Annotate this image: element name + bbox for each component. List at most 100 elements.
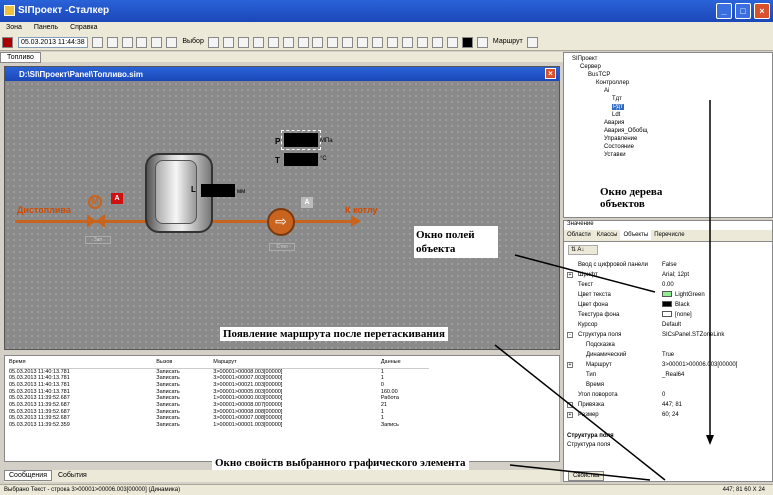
align-top-icon[interactable] [372,37,384,48]
property-row[interactable]: Цвет фона Black [564,301,764,309]
property-row[interactable]: Курсор Default [564,321,764,329]
property-row[interactable]: Тип _Real64 [564,371,764,379]
align-right-icon[interactable] [357,37,369,48]
col-route[interactable]: Маршрут [213,356,381,369]
undo-icon[interactable] [237,37,249,48]
property-row[interactable]: + Размер 60; 24 [564,411,764,419]
expand-icon[interactable]: + [567,402,573,408]
menu-panel[interactable]: Панель [28,22,64,33]
info-icon[interactable] [526,37,538,48]
zoom-icon[interactable] [91,37,103,48]
tab-enums[interactable]: Перечисле [651,230,687,240]
property-value[interactable]: Arial; 12pt [662,271,689,279]
tree-tdt[interactable]: Тдт [612,96,622,102]
paste-icon[interactable] [312,37,324,48]
property-row[interactable]: + Маршрут 3>00001>00006.003[00000] [564,361,764,369]
mnemonic-canvas[interactable]: Дистоплива К котлу M A Зап L мм P МПа T … [5,81,559,349]
tree-root[interactable]: SIПроект [572,56,597,62]
front-icon[interactable] [432,37,444,48]
datetime-field[interactable]: 05.03.2013 11:44:38 [17,37,88,48]
property-row[interactable]: Подсказка [564,341,764,349]
copy-icon[interactable] [267,37,279,48]
sort-icon[interactable]: ⇅ A↓ [568,245,598,255]
table-row[interactable]: 05.03.2013 11:40:13.781 Записать 3>00001>0… [9,375,429,382]
property-value[interactable]: Default [662,321,681,329]
canvas-close-icon[interactable]: × [545,68,556,79]
align-left-icon[interactable] [327,37,339,48]
property-value[interactable]: [none] [662,311,692,319]
table-row[interactable]: 05.03.2013 11:39:52.359 Записать 1>00001>0… [9,422,429,429]
tab-areas[interactable]: Области [564,230,594,240]
tree-settings[interactable]: Уставки [604,152,626,158]
table-row[interactable]: 05.03.2013 11:40:13.781 Записать 3>00001>0… [9,382,429,389]
property-value[interactable]: 0 [662,391,665,399]
tab-messages[interactable]: Сообщения [4,470,52,481]
property-value[interactable]: SICsPanel.STZoneLink [662,331,724,339]
temperature-value-field[interactable] [284,153,318,166]
property-row[interactable]: Время [564,381,764,389]
table-row[interactable]: 05.03.2013 11:40:13.781 Записать 3>00001>0… [9,389,429,396]
property-row[interactable]: + Шрифт Arial; 12pt [564,271,764,279]
delete-icon[interactable] [282,37,294,48]
property-value[interactable]: LightGreen [662,291,705,299]
property-row[interactable]: Ввод с цифровой панели False [564,261,764,269]
chart-icon[interactable] [151,37,163,48]
valve-state-box[interactable]: Зап [85,236,111,244]
align-bottom-icon[interactable] [387,37,399,48]
table-row[interactable]: 05.03.2013 11:39:52.687 Записать 3>00001>0… [9,409,429,416]
menu-zone[interactable]: Зона [0,22,28,33]
property-value[interactable]: 447; 81 [662,401,682,409]
tree-server[interactable]: Сервер [580,64,601,70]
property-value[interactable]: _Real64 [662,371,684,379]
save-icon[interactable] [222,37,234,48]
tree-controller[interactable]: Контроллер [596,80,629,86]
help-icon[interactable] [136,37,148,48]
table-row[interactable]: 05.03.2013 11:39:52.687 Записать 3>00001>0… [9,402,429,409]
pressure-value-field[interactable] [281,130,321,150]
property-value[interactable]: True [662,351,674,359]
close-button[interactable]: × [754,3,770,19]
properties-icon[interactable] [106,37,118,48]
group-icon[interactable] [402,37,414,48]
property-row[interactable]: - Структура поля SICsPanel.STZoneLink [564,331,764,339]
tree-pdt[interactable]: Рдт [612,104,624,110]
tree-alarm[interactable]: Авария [604,120,624,126]
col-data[interactable]: Данные [380,356,429,369]
pump-state-box[interactable]: Стоп [269,243,295,251]
property-row[interactable]: + Привязка 447; 81 [564,401,764,409]
tab-events[interactable]: События [54,471,91,480]
minimize-button[interactable]: _ [716,3,732,19]
pump-icon[interactable]: ⇨ [267,208,295,236]
property-value[interactable]: False [662,261,677,269]
col-call[interactable]: Вызов [156,356,214,369]
tab-fuel[interactable]: Топливо [0,52,41,63]
table-row[interactable]: 05.03.2013 11:39:52.687 Записать 3>00001>0… [9,415,429,422]
valve-actuator-icon[interactable]: M [88,195,102,209]
property-value[interactable]: 0.00 [662,281,674,289]
expand-icon[interactable]: + [567,412,573,418]
property-row[interactable]: Динамический True [564,351,764,359]
table-row[interactable]: 05.03.2013 11:40:13.781 Записать 3>00001>0… [9,368,429,375]
cut-icon[interactable] [297,37,309,48]
menu-help[interactable]: Справка [64,22,103,33]
property-row[interactable]: Текст 0.00 [564,281,764,289]
route-icon[interactable] [476,37,488,48]
table-row[interactable]: 05.03.2013 11:39:52.687 Записать 1>00001>0… [9,395,429,402]
expand-icon[interactable]: - [567,332,573,338]
align-center-icon[interactable] [342,37,354,48]
back-icon[interactable] [447,37,459,48]
table-icon[interactable] [166,37,178,48]
property-row[interactable]: Текстура фона [none] [564,311,764,319]
redo-icon[interactable] [252,37,264,48]
stop-icon[interactable] [2,37,13,48]
expand-icon[interactable]: + [567,272,573,278]
expand-icon[interactable]: + [567,362,573,368]
tree-alarm-gen[interactable]: Авария_Обобщ [604,128,648,134]
property-value[interactable]: 60; 24 [662,411,679,419]
tree-control[interactable]: Управление [604,136,637,142]
property-value[interactable]: Black [662,301,690,309]
property-value[interactable]: 3>00001>00006.003[00000] [662,361,737,369]
route-tool[interactable]: Маршрут [493,38,523,45]
tree-ai[interactable]: Ai [604,88,609,94]
tab-properties[interactable]: Свойства [568,471,605,481]
